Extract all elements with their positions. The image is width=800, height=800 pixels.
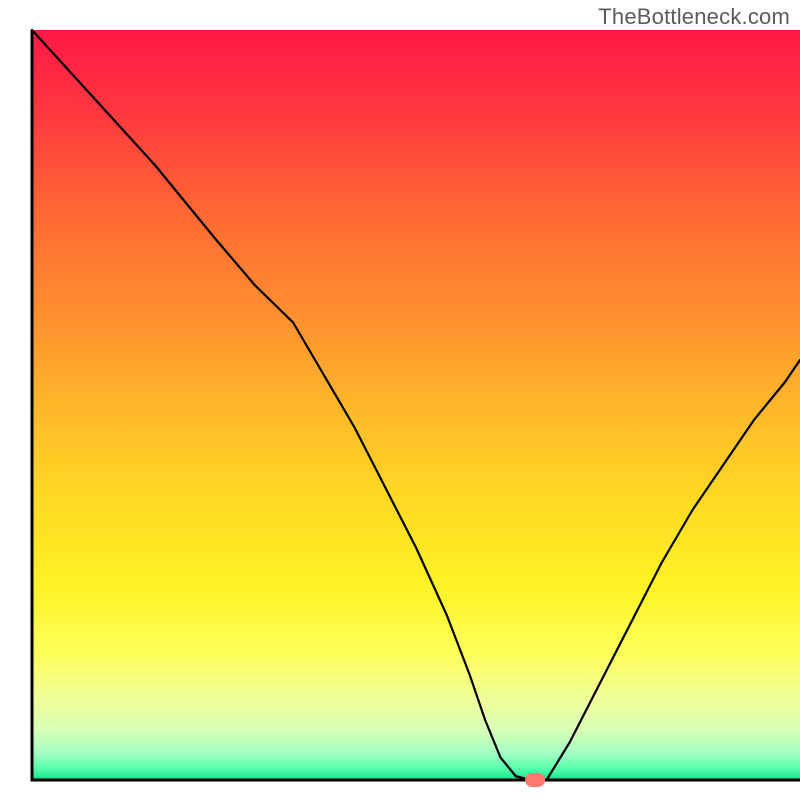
bottleneck-chart (0, 0, 800, 800)
watermark-text: TheBottleneck.com (598, 4, 790, 30)
optimal-point (525, 773, 545, 787)
chart-container: TheBottleneck.com (0, 0, 800, 800)
gradient-background (32, 30, 800, 780)
